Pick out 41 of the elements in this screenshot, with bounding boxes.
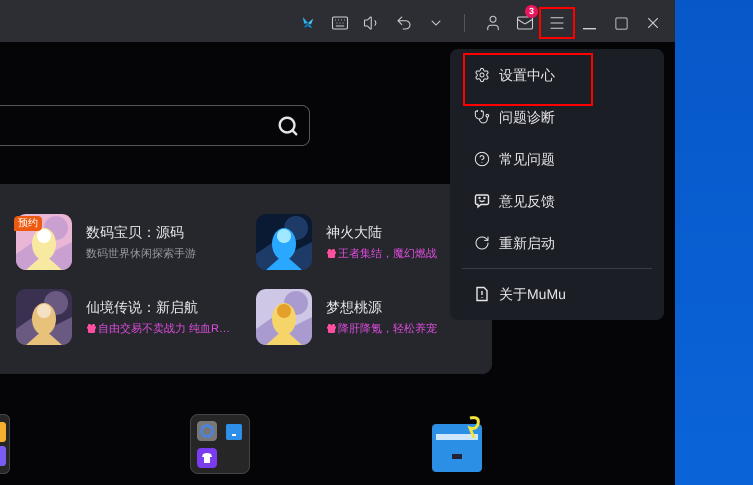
help-icon <box>474 151 490 167</box>
stethoscope-icon <box>474 109 490 125</box>
undo-icon <box>395 14 413 32</box>
user-icon <box>484 14 502 32</box>
search-field[interactable] <box>0 105 310 146</box>
app-icon[interactable] <box>0 422 6 442</box>
gift-icon <box>326 323 337 334</box>
menu-item[interactable]: 问题诊断 <box>462 96 652 138</box>
game-title[interactable]: 神火大陆 <box>326 222 437 240</box>
shirt-app-icon[interactable] <box>197 448 217 468</box>
mail-icon <box>516 14 534 32</box>
game-description: 数码世界休闲探索手游 <box>86 246 196 260</box>
menu-button[interactable] <box>541 9 573 37</box>
menu-item[interactable]: 设置中心 <box>462 54 652 96</box>
info-file-icon <box>474 286 490 302</box>
reservation-badge: 预约 <box>14 216 42 230</box>
smiley-chat-icon <box>474 193 490 209</box>
menu-item[interactable]: 意见反馈 <box>462 180 652 222</box>
gift-icon <box>86 323 97 334</box>
app-folder[interactable] <box>0 414 10 474</box>
app-folder[interactable] <box>190 414 250 474</box>
maximize-icon <box>614 16 628 30</box>
game-title[interactable]: 仙境传说：新启航 <box>86 298 230 316</box>
app-icon[interactable] <box>0 446 6 466</box>
restart-icon <box>474 235 490 251</box>
search-icon[interactable] <box>277 114 299 136</box>
game-description: 王者集结，魔幻燃战 <box>338 246 437 260</box>
menu-item[interactable]: 常见问题 <box>462 138 652 180</box>
game-description: 降肝降氪，轻松养宠 <box>338 322 437 336</box>
notification-badge: 3 <box>525 5 538 18</box>
menu-item[interactable]: 重新启动 <box>462 222 652 264</box>
gift-icon <box>326 248 337 259</box>
keyboard-icon <box>331 14 349 32</box>
menu-icon <box>548 14 566 32</box>
game-title[interactable]: 数码宝贝：源码 <box>86 222 196 240</box>
game-description: 自由交易不卖战力 纯血R… <box>98 322 230 336</box>
settings-icon <box>474 67 490 83</box>
minimize-icon <box>582 28 596 30</box>
file-cabinet-icon[interactable] <box>432 416 484 474</box>
game-title[interactable]: 梦想桃源 <box>326 298 437 316</box>
menu-item[interactable]: 关于MuMu <box>462 273 652 315</box>
